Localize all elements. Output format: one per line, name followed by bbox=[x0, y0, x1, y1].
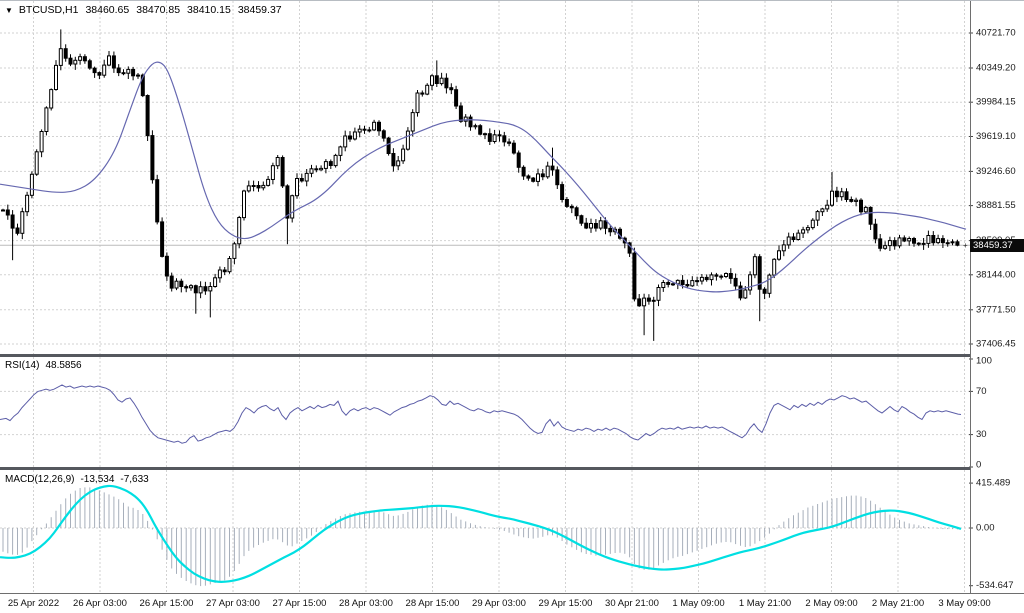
ohlc-high: 38470.85 bbox=[136, 4, 180, 16]
macd-gridlines bbox=[0, 470, 970, 594]
candles-layer bbox=[2, 29, 959, 341]
symbol-timeframe: BTCUSD,H1 bbox=[19, 4, 79, 16]
time-axis-label: 28 Apr 03:00 bbox=[339, 598, 393, 609]
svg-text:39619.10: 39619.10 bbox=[976, 131, 1016, 142]
current-price-badge: 38459.37 bbox=[970, 239, 1024, 252]
svg-text:415.489: 415.489 bbox=[976, 478, 1010, 489]
macd-axis-labels: 415.489 0.00 -534.647 bbox=[969, 478, 1014, 592]
ohlc-readout: ▼ BTCUSD,H1 38460.65 38470.85 38410.15 3… bbox=[5, 4, 282, 16]
time-axis-label: 25 Apr 2022 bbox=[8, 598, 59, 609]
svg-text:37771.50: 37771.50 bbox=[976, 304, 1016, 315]
time-axis-label: 30 Apr 21:00 bbox=[605, 598, 659, 609]
ohlc-low: 38410.15 bbox=[187, 4, 231, 16]
svg-text:40349.20: 40349.20 bbox=[976, 63, 1016, 74]
ma-line bbox=[0, 62, 966, 292]
svg-text:39984.15: 39984.15 bbox=[976, 97, 1016, 108]
collapse-ohlc-icon[interactable]: ▼ bbox=[5, 6, 13, 15]
time-axis-label: 3 May 09:00 bbox=[938, 598, 990, 609]
time-axis-label: 29 Apr 03:00 bbox=[472, 598, 526, 609]
trading-chart-window: +40721.70 40349.20 39984.15 39619.10 39246.6… bbox=[0, 0, 1024, 613]
time-axis-label: 2 May 21:00 bbox=[872, 598, 924, 609]
svg-text:37406.45: 37406.45 bbox=[976, 339, 1016, 350]
rsi-indicator-label: RSI(14) 48.5856 bbox=[5, 360, 82, 371]
panel-divider[interactable] bbox=[0, 354, 970, 357]
time-axis-label: 28 Apr 15:00 bbox=[406, 598, 460, 609]
rsi-axis-labels: 100 70 30 0 bbox=[969, 356, 992, 471]
time-axis-label: 1 May 21:00 bbox=[739, 598, 791, 609]
ohlc-open: 38460.65 bbox=[85, 4, 129, 16]
macd-histogram bbox=[3, 487, 957, 586]
svg-text:40721.70: 40721.70 bbox=[976, 28, 1016, 39]
main-price-chart[interactable]: +40721.70 40349.20 39984.15 39619.10 39246.6… bbox=[0, 1, 1024, 354]
time-axis-label: 27 Apr 03:00 bbox=[206, 598, 260, 609]
macd-value-2: -7,633 bbox=[120, 474, 148, 485]
svg-text:39246.60: 39246.60 bbox=[976, 166, 1016, 177]
time-axis-label: 26 Apr 03:00 bbox=[73, 598, 127, 609]
rsi-value: 48.5856 bbox=[45, 360, 81, 371]
macd-signal-line bbox=[0, 486, 961, 582]
svg-text:-534.647: -534.647 bbox=[976, 580, 1014, 591]
time-axis-label: 2 May 09:00 bbox=[805, 598, 857, 609]
price-axis-border bbox=[970, 1, 971, 593]
main-gridlines bbox=[0, 1, 970, 354]
time-axis-label: 27 Apr 15:00 bbox=[273, 598, 327, 609]
rsi-name: RSI(14) bbox=[5, 360, 39, 371]
ohlc-close: 38459.37 bbox=[238, 4, 282, 16]
svg-text:0: 0 bbox=[976, 460, 981, 471]
time-axis-border bbox=[0, 593, 1024, 594]
rsi-gridlines bbox=[0, 357, 970, 467]
macd-name: MACD(12,26,9) bbox=[5, 474, 74, 485]
macd-indicator-label: MACD(12,26,9) -13,534 -7,633 bbox=[5, 474, 149, 485]
svg-text:100: 100 bbox=[976, 356, 992, 367]
rsi-panel-chart[interactable]: 10070300 bbox=[0, 357, 1024, 467]
last-price-marker: + bbox=[963, 241, 968, 250]
macd-value-1: -13,534 bbox=[80, 474, 114, 485]
svg-text:38144.00: 38144.00 bbox=[976, 269, 1016, 280]
price-axis-labels: 40721.70 40349.20 39984.15 39619.10 39246.60… bbox=[969, 28, 1016, 350]
time-axis-label: 26 Apr 15:00 bbox=[140, 598, 194, 609]
macd-panel-chart[interactable]: 415.489 0.00 -534.647 bbox=[0, 470, 1024, 594]
svg-text:70: 70 bbox=[976, 386, 987, 397]
time-axis-label: 1 May 09:00 bbox=[672, 598, 724, 609]
time-axis-label: 29 Apr 15:00 bbox=[539, 598, 593, 609]
svg-text:30: 30 bbox=[976, 429, 987, 440]
svg-text:0.00: 0.00 bbox=[976, 523, 995, 534]
time-axis: 25 Apr 2022 26 Apr 03:00 26 Apr 15:00 27 Ap… bbox=[0, 595, 1024, 613]
panel-divider[interactable] bbox=[0, 467, 970, 470]
svg-text:38881.55: 38881.55 bbox=[976, 200, 1016, 211]
